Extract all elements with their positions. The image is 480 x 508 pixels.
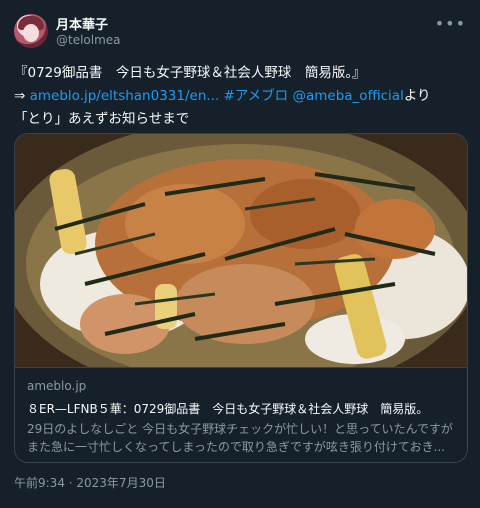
link-preview-card[interactable]: ameblo.jp ８ER—LFNB５華：0729御品書 今日も女子野球＆社会人…: [14, 133, 468, 463]
card-meta[interactable]: ameblo.jp ８ER—LFNB５華：0729御品書 今日も女子野球＆社会人…: [15, 367, 467, 462]
tweet-line-2: ⇒ ameblo.jp/eltshan0331/en... #アメブロ @ame…: [14, 85, 466, 108]
article-link[interactable]: ameblo.jp/eltshan0331/en...: [30, 88, 220, 104]
avatar-face: [23, 24, 39, 42]
suffix-text: より: [403, 88, 431, 104]
card-title: ８ER—LFNB５華：0729御品書 今日も女子野球＆社会人野球 簡易版。: [27, 402, 429, 416]
tweet-header: 月本華子 @telolmea •••: [14, 12, 466, 52]
author-handle[interactable]: @telolmea: [56, 33, 121, 47]
chicken-piece-1: [125, 184, 245, 264]
tweet-timestamp[interactable]: 午前9:34 · 2023年7月30日: [14, 474, 166, 491]
arrow-text: ⇒: [14, 88, 30, 104]
tweet-text: 『0729御品書 今日も女子野球＆社会人野球 簡易版。』 ⇒ ameblo.jp…: [14, 62, 466, 131]
author-name[interactable]: 月本華子: [56, 14, 108, 33]
card-domain: ameblo.jp: [27, 379, 87, 393]
tweet-line-3: 「とり」あえずお知らせまで: [14, 111, 190, 127]
card-description: 29日のよしなしごと 今日も女子野球チェックが忙しい！と思っていたんですがまた急…: [27, 422, 453, 454]
mention-link[interactable]: @ameba_official: [292, 88, 403, 104]
hashtag-link[interactable]: #アメブロ: [224, 88, 289, 104]
more-horizontal-icon[interactable]: •••: [435, 14, 466, 33]
card-image-food[interactable]: [15, 134, 467, 367]
tweet-line-1: 『0729御品書 今日も女子野球＆社会人野球 簡易版。』: [14, 65, 366, 81]
avatar[interactable]: [14, 14, 48, 48]
